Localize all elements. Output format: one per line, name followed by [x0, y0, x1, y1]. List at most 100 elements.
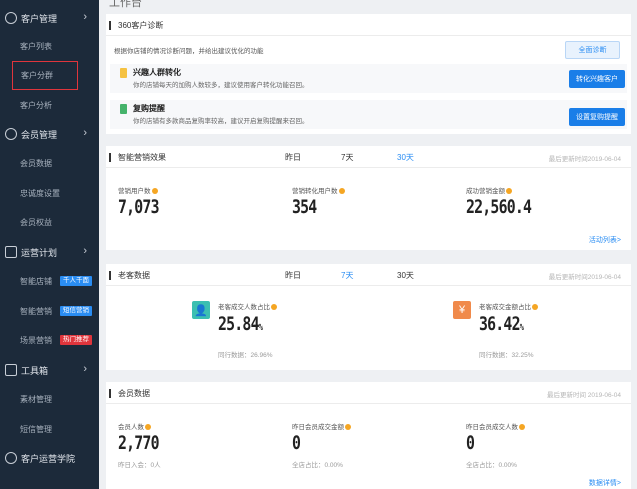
help-icon[interactable]: [145, 424, 151, 431]
help-icon[interactable]: [519, 424, 525, 431]
card-header: 智能营销效果 昨日 7天 30天 最后更新时间2019-06-04: [106, 146, 631, 168]
sidebar-item-member-benefits[interactable]: 会员权益: [20, 214, 52, 230]
help-icon[interactable]: [338, 188, 345, 195]
metric-label: 营销用户数: [118, 185, 158, 195]
user-icon: 👤: [192, 301, 210, 319]
sidebar-item-smart-store[interactable]: 智能店铺 千人千面: [20, 273, 92, 289]
help-icon[interactable]: [271, 304, 277, 311]
data-details-link[interactable]: 数据详情>: [589, 478, 621, 488]
metric-value: 354: [292, 196, 317, 218]
metric-value: 25.84%: [218, 313, 263, 335]
chevron-right-icon: ›: [83, 127, 87, 139]
row-desc: 你的店铺每天的加购人数较多，建议使用客户转化功能召回。: [133, 82, 309, 89]
convert-interest-button[interactable]: 转化兴趣客户: [569, 70, 625, 88]
metric-value: 36.42%: [479, 313, 524, 335]
row-title: 复购提醒: [133, 104, 165, 113]
sidebar-group-label: 会员管理: [21, 129, 58, 140]
chevron-right-icon: ›: [83, 363, 87, 375]
sidebar-group-label: 客户运营学院: [21, 453, 76, 464]
diagnosis-card: 360客户诊断 根据你店铺的情况诊断问题，并给出建议优化的功能 全面诊断 兴趣人…: [106, 14, 631, 134]
sidebar-item-customer-list[interactable]: 客户列表: [20, 38, 52, 54]
title-bar: [109, 21, 111, 30]
old-customer-card: 老客数据 昨日 7天 30天 最后更新时间2019-06-04 👤 老客成交人数…: [106, 264, 631, 370]
full-diagnosis-button[interactable]: 全面诊断: [565, 41, 620, 59]
metric-value: 22,560.4: [466, 196, 532, 218]
card-title: 会员数据: [118, 389, 150, 398]
updated-time: 最后更新时间2019-06-04: [548, 274, 621, 281]
sidebar-group-label: 运营计划: [21, 247, 58, 258]
tag-badge: 千人千面: [60, 276, 92, 286]
peer-data: 同行数据：26.96%: [218, 352, 273, 359]
help-icon[interactable]: [151, 188, 158, 195]
sidebar-group-plan[interactable]: 运营计划 ›: [0, 240, 99, 264]
diagnosis-intro: 根据你店铺的情况诊断问题，并给出建议优化的功能: [114, 48, 264, 55]
sidebar-item-sms[interactable]: 短信管理: [20, 421, 52, 437]
tag-badge: 热门推荐: [60, 335, 92, 345]
metric-sub: 昨日入会：0人: [118, 462, 161, 469]
sidebar-item-loyalty-settings[interactable]: 忠诚度设置: [20, 185, 60, 201]
warning-mark-icon: [120, 68, 127, 78]
metric-sub: 全店占比：0.00%: [466, 462, 517, 469]
updated-time: 最后更新时间 2019-06-04: [546, 392, 621, 399]
period-30days[interactable]: 30天: [397, 152, 414, 163]
title-bar: [109, 271, 111, 280]
period-30days[interactable]: 30天: [397, 270, 414, 281]
metric-label: 成功营销金额: [466, 185, 512, 195]
metric-label: 会员人数: [118, 421, 151, 431]
metric-label: 老客成交金额占比: [479, 301, 538, 311]
period-7days[interactable]: 7天: [341, 270, 353, 281]
chevron-right-icon: ›: [83, 11, 87, 23]
card-title: 360客户诊断: [118, 21, 164, 30]
period-yesterday[interactable]: 昨日: [285, 152, 301, 163]
sidebar-group-academy[interactable]: 客户运营学院: [0, 446, 99, 470]
sidebar-item-smart-marketing[interactable]: 智能营销 短信营销: [20, 303, 92, 319]
sidebar-item-label: 场景营销: [20, 335, 52, 345]
sidebar-group-toolbox[interactable]: 工具箱 ›: [0, 358, 99, 382]
card-header: 会员数据 最后更新时间 2019-06-04: [106, 382, 631, 404]
metric-value: 0: [292, 432, 301, 454]
chevron-right-icon: ›: [83, 245, 87, 257]
sidebar-group-member[interactable]: 会员管理 ›: [0, 122, 99, 146]
metric-label: 老客成交人数占比: [218, 301, 277, 311]
row-title: 兴趣人群转化: [133, 68, 181, 77]
sidebar-item-scene-marketing[interactable]: 场景营销 热门推荐: [20, 332, 92, 348]
smart-marketing-card: 智能营销效果 昨日 7天 30天 最后更新时间2019-06-04 营销用户数 …: [106, 146, 631, 250]
title-bar: [109, 389, 111, 398]
card-title: 智能营销效果: [118, 153, 166, 162]
title-bar: [109, 153, 111, 162]
tag-badge: 短信营销: [60, 306, 92, 316]
card-header: 360客户诊断: [106, 14, 631, 36]
repurchase-mark-icon: [120, 104, 127, 114]
sidebar-item-materials[interactable]: 素材管理: [20, 391, 52, 407]
sidebar-item-label: 智能店铺: [20, 276, 52, 286]
sidebar-group-label: 工具箱: [21, 365, 49, 376]
peer-data: 同行数据：32.25%: [479, 352, 534, 359]
academy-icon: [5, 452, 17, 464]
member-card: 会员数据 最后更新时间 2019-06-04 会员人数 2,770 昨日入会：0…: [106, 382, 631, 489]
plan-icon: [5, 246, 17, 258]
metric-label: 营销转化用户数: [292, 185, 345, 195]
help-icon[interactable]: [506, 188, 512, 195]
card-title: 老客数据: [118, 271, 150, 280]
period-yesterday[interactable]: 昨日: [285, 270, 301, 281]
sidebar-item-customer-segment[interactable]: 客户分群: [12, 61, 78, 90]
metric-sub: 全店占比：0.00%: [292, 462, 343, 469]
set-repurchase-button[interactable]: 设置复购提醒: [569, 108, 625, 126]
sidebar-item-member-data[interactable]: 会员数据: [20, 155, 52, 171]
member-icon: [5, 128, 17, 140]
metric-label: 昨日会员成交金额: [292, 421, 351, 431]
metric-value: 0: [466, 432, 475, 454]
metric-value: 7,073: [118, 196, 160, 218]
metric-label: 昨日会员成交人数: [466, 421, 525, 431]
sidebar-group-customer[interactable]: 客户管理 ›: [0, 6, 99, 30]
period-7days[interactable]: 7天: [341, 152, 353, 163]
metric-value: 2,770: [118, 432, 160, 454]
help-icon[interactable]: [345, 424, 351, 431]
card-header: 老客数据 昨日 7天 30天 最后更新时间2019-06-04: [106, 264, 631, 286]
sidebar-item-customer-analysis[interactable]: 客户分析: [20, 97, 52, 113]
page-title: 工作台: [109, 0, 142, 9]
activity-list-link[interactable]: 活动列表>: [589, 235, 621, 245]
diagnosis-row-interest: 兴趣人群转化 你的店铺每天的加购人数较多，建议使用客户转化功能召回。 转化兴趣客…: [110, 64, 627, 93]
toolbox-icon: [5, 364, 17, 376]
help-icon[interactable]: [532, 304, 538, 311]
